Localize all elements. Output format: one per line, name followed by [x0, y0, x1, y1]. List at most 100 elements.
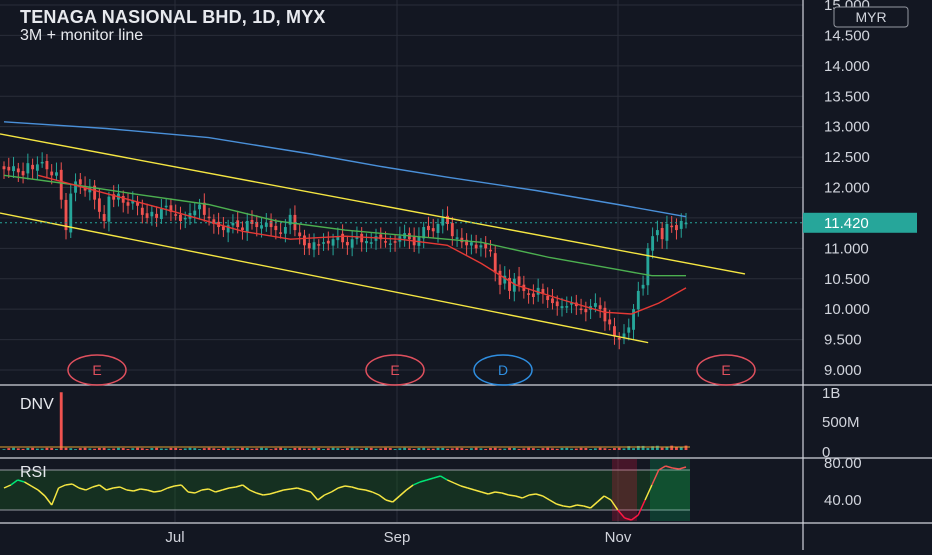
volume-bar [527, 447, 531, 450]
volume-bar [436, 447, 440, 450]
candle-body [174, 214, 178, 216]
candle-body [303, 235, 306, 246]
volume-bar [455, 447, 459, 450]
volume-bar [450, 448, 454, 450]
volume-bar [59, 392, 63, 450]
rsi-segment [563, 505, 571, 508]
rsi-segment [228, 486, 236, 489]
volume-bar [317, 448, 321, 450]
volume-pane-label: DNV [20, 396, 54, 413]
candle-body [341, 233, 345, 243]
candle-body [159, 208, 163, 219]
candle-body [207, 216, 211, 219]
volume-bar [522, 448, 526, 450]
candle-body [517, 276, 521, 285]
volume-bar [398, 448, 402, 450]
volume-bar [345, 448, 349, 450]
volume-bar [498, 448, 502, 450]
volume-bar [589, 448, 593, 450]
price-axis-label: 14.000 [824, 58, 870, 75]
volume-bar [217, 448, 221, 450]
volume-bar [603, 448, 607, 450]
volume-bar [646, 448, 650, 450]
candle-body [269, 220, 273, 228]
volume-bar [379, 448, 383, 450]
rsi-axis-label: 40.00 [824, 492, 862, 509]
event-marker-label: D [498, 362, 508, 378]
volume-bar [174, 447, 178, 450]
candle-body [2, 166, 6, 170]
volume-bar [336, 448, 340, 450]
volume-bar [26, 447, 30, 450]
candle-body [365, 241, 368, 244]
price-axis-label: 10.000 [824, 301, 870, 318]
volume-bar [121, 448, 125, 450]
candle-body [555, 301, 559, 307]
volume-bar [93, 448, 97, 450]
volume-bar [655, 445, 659, 450]
volume-bar [212, 448, 216, 450]
candle-body [31, 164, 35, 170]
candle-body [102, 214, 106, 221]
volume-bar [484, 448, 488, 450]
volume-bar [155, 447, 159, 450]
candle-body [260, 225, 263, 229]
volume-bar [474, 447, 478, 450]
candle-body [636, 290, 640, 310]
price-axis-label: 12.000 [824, 180, 870, 197]
volume-bar [255, 448, 259, 450]
rsi-band [0, 470, 690, 510]
volume-bar [422, 447, 426, 450]
volume-bar [102, 447, 106, 450]
candle-body [164, 205, 168, 208]
volume-bar [427, 448, 430, 450]
candle-body [59, 169, 63, 200]
rsi-pane-label: RSI [20, 464, 47, 481]
volume-bar [374, 448, 378, 450]
volume-bar [460, 448, 464, 450]
candle-body [474, 244, 478, 249]
volume-bar [403, 447, 407, 450]
candle-body [360, 233, 364, 243]
rsi-segment [672, 467, 680, 470]
candle-body [121, 196, 125, 203]
x-axis-label: Sep [384, 529, 411, 546]
volume-bar [131, 448, 135, 450]
candle-body [55, 172, 58, 176]
candle-body [45, 160, 49, 170]
volume-bar [45, 447, 49, 450]
candle-body [655, 230, 659, 236]
rsi-segment [174, 484, 182, 487]
candle-body [326, 240, 330, 244]
rsi-segment [188, 491, 196, 494]
volume-bar [40, 448, 44, 450]
volume-bar [446, 448, 449, 450]
candle-body [660, 228, 664, 240]
volume-bar [570, 448, 573, 450]
volume-axis-label: 1B [822, 385, 840, 402]
volume-bar [493, 447, 497, 450]
rsi-axis-label: 80.00 [824, 455, 862, 472]
volume-bar [622, 448, 626, 450]
candle-body [450, 223, 454, 237]
candle-body [307, 243, 311, 249]
volume-bar [670, 445, 674, 450]
last-price-label: 11.420 [824, 215, 869, 232]
volume-bar [88, 448, 92, 450]
rsi-oversold-shade [612, 459, 637, 521]
candle-body [427, 225, 430, 231]
volume-bar [64, 447, 68, 450]
volume-bar [31, 447, 35, 450]
volume-bar [431, 448, 435, 450]
chart-title: TENAGA NASIONAL BHD, 1D, MYX [20, 7, 326, 27]
volume-bar [512, 447, 516, 450]
volume-bar [441, 447, 445, 450]
volume-bar [326, 448, 330, 450]
volume-bar [341, 449, 345, 450]
candle-body [646, 248, 650, 286]
rsi-segment [344, 485, 352, 488]
rsi-segment [65, 483, 73, 486]
rsi-segment [263, 493, 271, 496]
price-axis-label: 14.500 [824, 27, 870, 44]
volume-bar [388, 448, 392, 450]
